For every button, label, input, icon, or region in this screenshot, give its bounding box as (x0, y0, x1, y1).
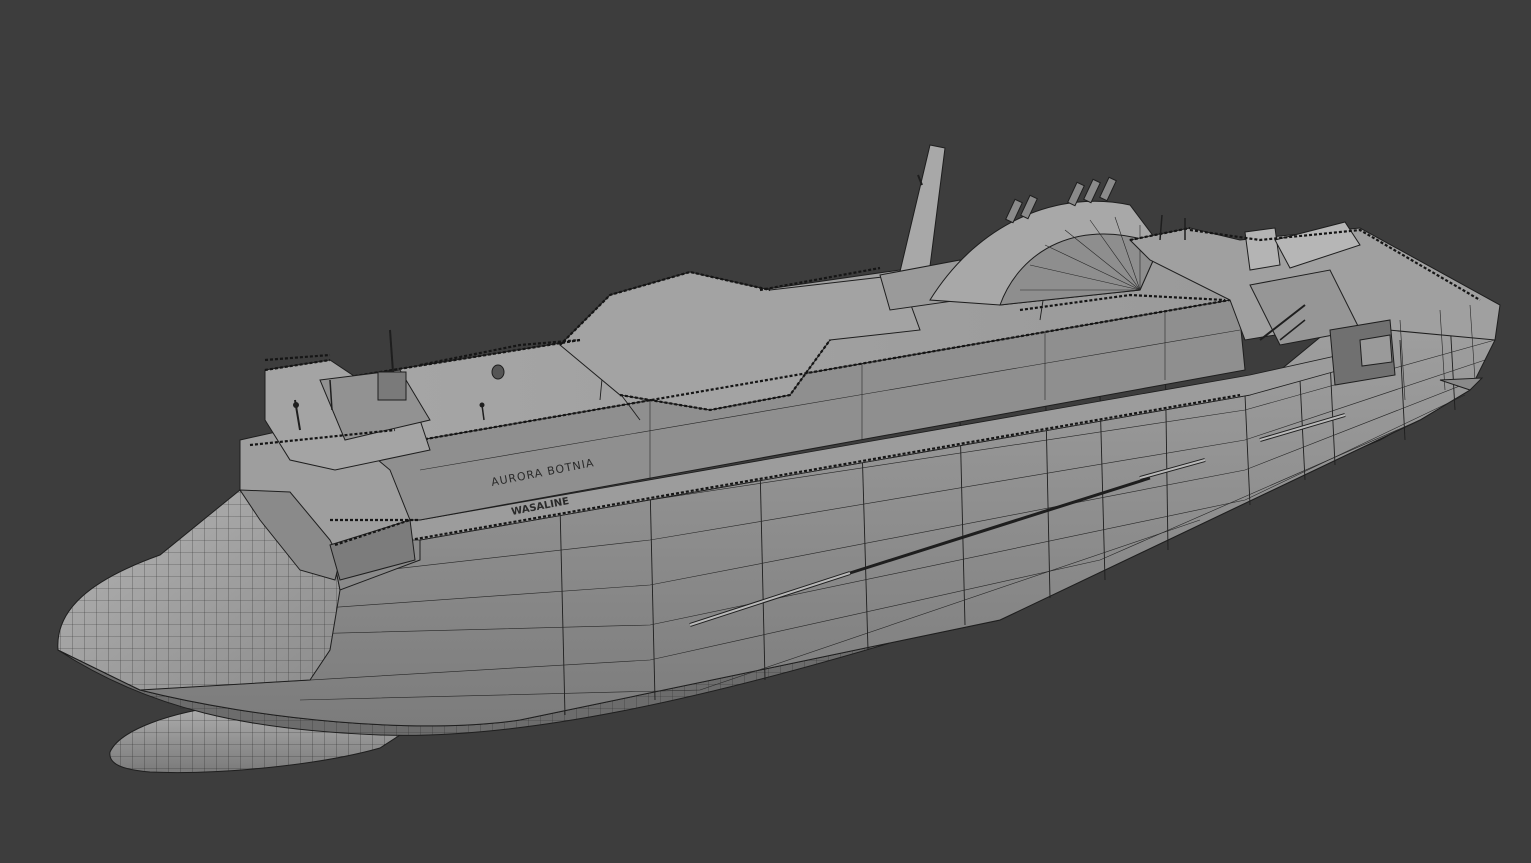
3d-viewport[interactable]: AURORA BOTNIA WASALINE (0, 0, 1531, 863)
ship-model-render[interactable]: AURORA BOTNIA WASALINE (0, 0, 1531, 863)
exhaust-dome (929, 176, 1161, 306)
